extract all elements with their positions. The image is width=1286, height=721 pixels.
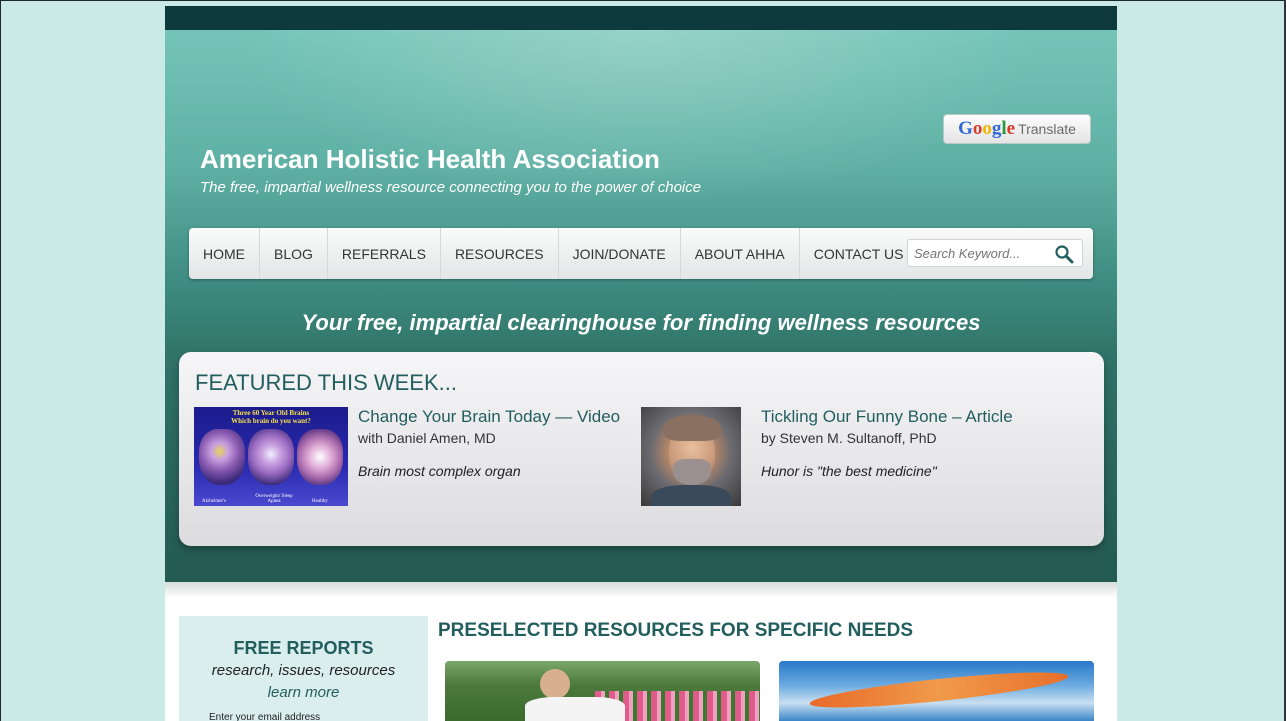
author-hair <box>663 415 721 441</box>
photo-scarf <box>808 665 1070 715</box>
nav-home[interactable]: HOME <box>189 228 260 279</box>
article-description: Hunor is "the best medicine" <box>761 463 937 479</box>
top-bar <box>165 6 1117 30</box>
site-title[interactable]: American Holistic Health Association <box>200 144 660 175</box>
preselected-heading: PRESELECTED RESOURCES FOR SPECIFIC NEEDS <box>438 620 914 641</box>
section-divider <box>165 582 1117 598</box>
main-navigation: HOME BLOG REFERRALS RESOURCES JOIN/DONAT… <box>189 228 1093 279</box>
brain-scan-image <box>199 429 245 485</box>
photo-person-body <box>525 697 625 721</box>
search-box <box>907 239 1083 267</box>
article-title[interactable]: Tickling Our Funny Bone – Article <box>761 407 1013 427</box>
page-container: Google Translate American Holistic Healt… <box>165 6 1117 721</box>
brain-label: Alzheimer's <box>202 499 226 504</box>
photo-person <box>540 669 570 699</box>
nav-referrals[interactable]: REFERRALS <box>328 228 441 279</box>
article-description: Brain most complex organ <box>358 463 521 479</box>
search-icon[interactable] <box>1054 244 1074 264</box>
featured-heading: FEATURED THIS WEEK... <box>195 370 457 395</box>
search-input[interactable] <box>908 240 1048 266</box>
reports-heading: FREE REPORTS <box>233 638 374 658</box>
garden-photo[interactable] <box>445 661 760 721</box>
google-translate-label: Translate <box>1018 121 1076 137</box>
beach-photo[interactable] <box>779 661 1094 721</box>
author-shirt <box>651 485 731 506</box>
featured-panel: FEATURED THIS WEEK... Three 60 Year Old … <box>179 352 1104 546</box>
site-header: Google Translate American Holistic Healt… <box>165 30 1117 582</box>
nav-blog[interactable]: BLOG <box>260 228 328 279</box>
article-byline: with Daniel Amen, MD <box>358 430 496 446</box>
slogan: Your free, impartial clearinghouse for f… <box>301 310 981 335</box>
brain-video-thumbnail[interactable]: Three 60 Year Old Brains Which brain do … <box>194 407 348 506</box>
brain-label: Overweight/ Sleep Apnea <box>255 494 293 504</box>
nav-about[interactable]: ABOUT AHHA <box>681 228 800 279</box>
brain-scan-image <box>248 429 294 485</box>
article-title[interactable]: Change Your Brain Today — Video <box>358 407 620 427</box>
reports-subheading: research, issues, resources <box>211 662 396 679</box>
nav-join-donate[interactable]: JOIN/DONATE <box>559 228 681 279</box>
nav-resources[interactable]: RESOURCES <box>441 228 559 279</box>
article-byline: by Steven M. Sultanoff, PhD <box>761 430 937 446</box>
brain-scan-image <box>297 429 343 485</box>
google-logo: Google <box>958 118 1016 139</box>
author-photo[interactable] <box>641 407 741 506</box>
nav-contact[interactable]: CONTACT US <box>800 228 918 279</box>
free-reports-panel: FREE REPORTS research, issues, resources… <box>179 616 428 721</box>
email-label: Enter your email address <box>209 712 321 721</box>
site-tagline: The free, impartial wellness resource co… <box>200 179 702 196</box>
thumbnail-caption: Three 60 Year Old Brains Which brain do … <box>231 409 311 425</box>
author-beard <box>673 459 711 485</box>
brain-label: Healthy <box>312 499 328 504</box>
learn-more-link[interactable]: learn more <box>179 684 428 701</box>
google-translate-button[interactable]: Google Translate <box>943 114 1091 144</box>
